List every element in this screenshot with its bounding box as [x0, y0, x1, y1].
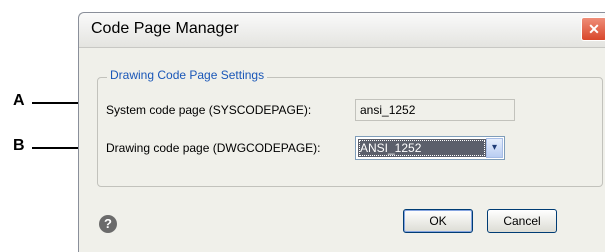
code-page-manager-dialog: Code Page Manager ✕ Drawing Code Page Se… — [78, 12, 605, 252]
window-title: Code Page Manager — [91, 20, 239, 37]
drawing-code-page-value: ANSI_1252 — [358, 139, 486, 157]
title-bar[interactable]: Code Page Manager ✕ — [79, 13, 605, 48]
callout-a: A — [13, 92, 25, 109]
group-label: Drawing Code Page Settings — [107, 68, 268, 82]
cancel-button[interactable]: Cancel — [487, 209, 557, 233]
close-icon: ✕ — [588, 21, 600, 37]
drawing-code-page-label: Drawing code page (DWGCODEPAGE): — [106, 141, 321, 155]
system-code-page-label: System code page (SYSCODEPAGE): — [106, 103, 312, 117]
system-code-page-field: ansi_1252 — [355, 99, 515, 121]
callout-b: B — [13, 137, 25, 154]
close-button[interactable]: ✕ — [581, 17, 605, 41]
drawing-code-page-select[interactable]: ANSI_1252 ▾ — [355, 136, 505, 160]
ok-button[interactable]: OK — [403, 209, 473, 233]
chevron-down-icon[interactable]: ▾ — [486, 138, 503, 158]
drawing-code-page-settings-group — [97, 77, 603, 187]
help-icon[interactable]: ? — [99, 215, 117, 233]
